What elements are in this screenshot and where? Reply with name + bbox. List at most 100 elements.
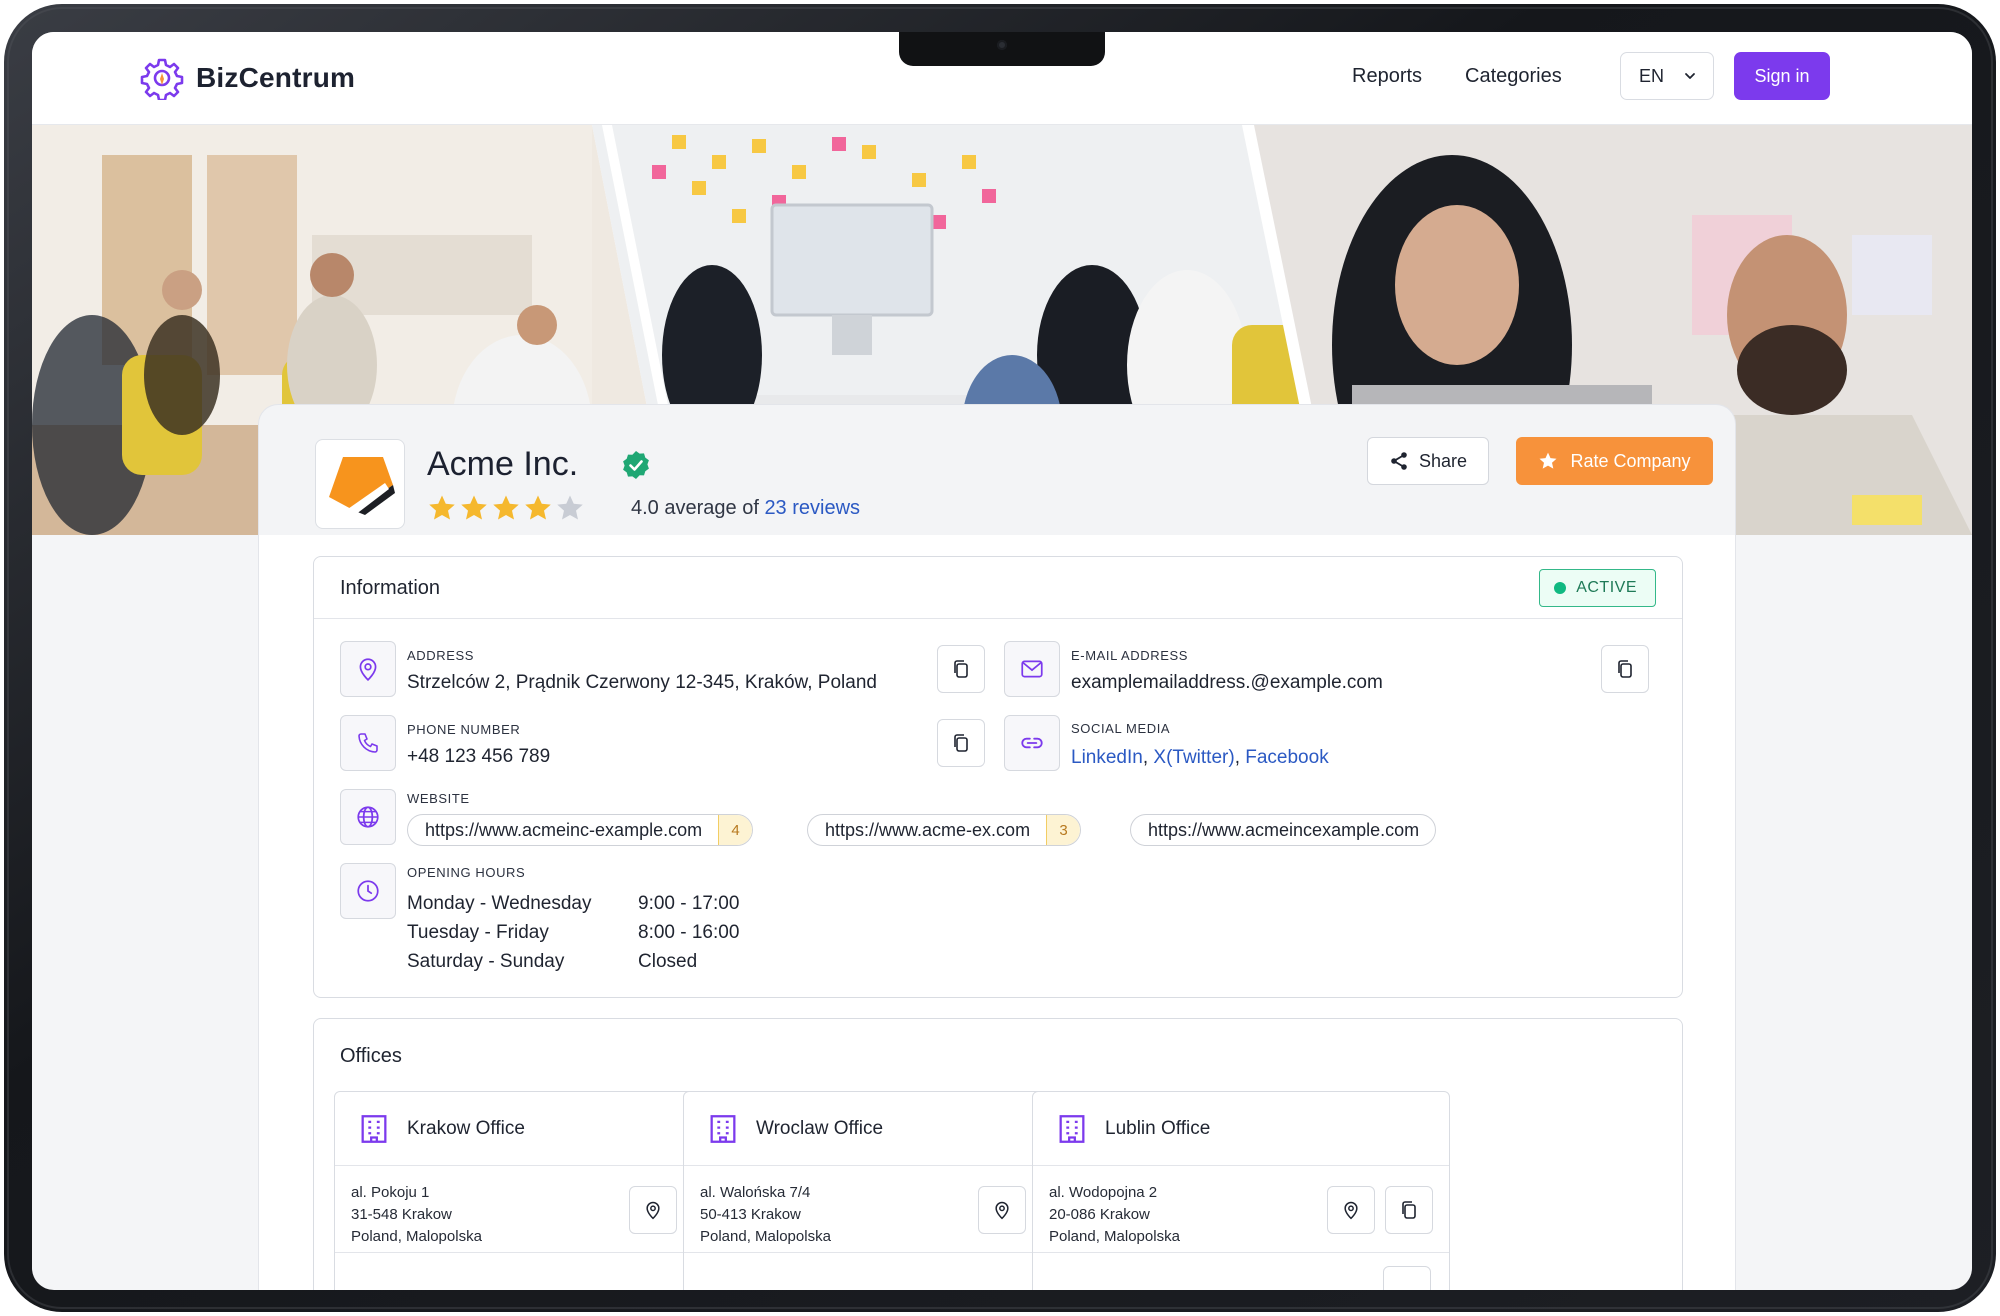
office-address-line: Poland, Malopolska xyxy=(1049,1228,1180,1245)
star-icon xyxy=(557,495,583,520)
office-address-line: 50-413 Krakow xyxy=(700,1206,801,1223)
social-link-facebook[interactable]: Facebook xyxy=(1245,747,1328,768)
offices-title: Offices xyxy=(340,1045,402,1067)
screen: BizCentrum Reports Categories EN Sign in xyxy=(32,32,1972,1290)
website-link[interactable]: https://www.acme-ex.com 3 xyxy=(807,814,1082,846)
website-link[interactable]: https://www.acmeincexample.com xyxy=(1130,814,1437,846)
verified-icon xyxy=(623,451,649,479)
share-icon xyxy=(1391,452,1407,470)
website-url: https://www.acme-ex.com xyxy=(825,819,1031,840)
map-pin-icon xyxy=(1344,1201,1358,1220)
office-address: al. Walońska 7/4 50-413 Krakow Poland, Mal… xyxy=(700,1182,831,1248)
office-address-line: 20-086 Krakow xyxy=(1049,1206,1150,1223)
website-icon-box xyxy=(340,789,396,845)
language-value: EN xyxy=(1639,65,1665,86)
office-name: Lublin Office xyxy=(1105,1118,1211,1139)
office-next-button[interactable] xyxy=(1383,1266,1431,1290)
office-address-line: 31-548 Krakow xyxy=(351,1206,452,1223)
office-map-button[interactable] xyxy=(978,1186,1026,1234)
copy-icon xyxy=(954,660,968,678)
office-map-button[interactable] xyxy=(629,1186,677,1234)
language-select[interactable]: EN xyxy=(1620,52,1714,100)
rate-company-button[interactable]: Rate Company xyxy=(1516,437,1713,485)
website-count-badge: 4 xyxy=(718,815,753,845)
office-map-button[interactable] xyxy=(1327,1186,1375,1234)
office-address-line: al. Wodopojna 2 xyxy=(1049,1184,1158,1201)
office-address: al. Pokoju 1 31-548 Krakow Poland, Malopol… xyxy=(351,1182,482,1248)
link-icon xyxy=(1021,737,1043,749)
copy-email-button[interactable] xyxy=(1601,645,1649,693)
social-label: SOCIAL MEDIA xyxy=(1071,721,1171,736)
sign-in-button[interactable]: Sign in xyxy=(1734,52,1830,100)
office-address-line: al. Walońska 7/4 xyxy=(700,1184,811,1201)
nav-categories-link[interactable]: Categories xyxy=(1465,65,1562,88)
brand-logo[interactable]: BizCentrum xyxy=(140,56,355,100)
building-icon xyxy=(1059,1115,1085,1143)
office-card: Lublin Office al. Wodopojna 2 20-086 Krako… xyxy=(1032,1091,1450,1290)
building-icon xyxy=(361,1115,387,1143)
address-value: Strzelców 2, Prądnik Czerwony 12-345, Kr… xyxy=(407,672,877,693)
star-icon xyxy=(461,495,487,520)
office-name: Krakow Office xyxy=(407,1118,525,1139)
office-copy-button[interactable] xyxy=(1385,1186,1433,1234)
email-value: examplemailaddress.@example.com xyxy=(1071,672,1383,693)
reviews-link[interactable]: 23 reviews xyxy=(764,497,860,519)
social-separator: , xyxy=(1142,747,1154,768)
hours-days: Saturday - Sunday xyxy=(407,951,565,972)
star-icon xyxy=(525,495,551,520)
office-divider xyxy=(1033,1252,1449,1253)
social-link-twitter[interactable]: X(Twitter) xyxy=(1153,747,1234,768)
social-icon-box xyxy=(1004,715,1060,771)
website-label: WEBSITE xyxy=(407,791,470,806)
camera-icon xyxy=(997,40,1007,50)
information-title: Information xyxy=(340,577,441,599)
hours-time: 8:00 - 16:00 xyxy=(638,922,740,943)
email-icon-box xyxy=(1004,641,1060,697)
rating-summary: 4.0 average of 23 reviews xyxy=(631,497,860,520)
company-name: Acme Inc. xyxy=(427,445,579,483)
address-label: ADDRESS xyxy=(407,648,475,663)
status-text: ACTIVE xyxy=(1576,579,1637,596)
opening-hours-table: Monday - Wednesday 9:00 - 17:00 Tuesday -… xyxy=(407,893,739,980)
email-label: E-MAIL ADDRESS xyxy=(1071,648,1189,663)
star-icon xyxy=(493,495,519,520)
chevron-down-icon xyxy=(1685,73,1695,79)
map-pin-icon xyxy=(359,658,377,682)
copy-address-button[interactable] xyxy=(937,645,985,693)
office-address-line: al. Pokoju 1 xyxy=(351,1184,430,1201)
social-link-linkedin[interactable]: LinkedIn xyxy=(1071,747,1143,768)
copy-phone-button[interactable] xyxy=(937,719,985,767)
phone-icon-box xyxy=(340,715,396,771)
office-address-line: Poland, Malopolska xyxy=(351,1228,482,1245)
rate-company-label: Rate Company xyxy=(1570,450,1691,471)
social-links: LinkedIn, X(Twitter), Facebook xyxy=(1071,747,1329,769)
hours-row: Monday - Wednesday 9:00 - 17:00 xyxy=(407,893,739,922)
share-button[interactable]: Share xyxy=(1367,437,1489,485)
status-dot xyxy=(1554,582,1567,594)
star-icon xyxy=(1539,452,1557,469)
social-separator: , xyxy=(1234,747,1246,768)
phone-label: PHONE NUMBER xyxy=(407,722,521,737)
clock-icon xyxy=(357,880,379,902)
gear-logo-icon xyxy=(140,58,184,100)
brand-name: BizCentrum xyxy=(196,62,356,93)
nav-reports-link[interactable]: Reports xyxy=(1352,65,1422,88)
rating-average: 4.0 average of xyxy=(631,497,759,519)
hours-time: Closed xyxy=(638,951,698,972)
offices-panel: Offices Krakow Office al. Pokoju 1 31-548 … xyxy=(313,1018,1683,1290)
hours-days: Monday - Wednesday xyxy=(407,893,592,914)
company-content: Information ACTIVE ADDRESS Strzelców 2, … xyxy=(258,535,1736,1290)
star-icon xyxy=(429,495,455,520)
hours-icon-box xyxy=(340,863,396,919)
hours-row: Saturday - Sunday Closed xyxy=(407,951,739,980)
globe-icon xyxy=(357,806,379,828)
copy-icon xyxy=(1618,660,1632,678)
phone-icon xyxy=(358,733,378,753)
hours-days: Tuesday - Friday xyxy=(407,922,549,943)
website-url: https://www.acmeincexample.com xyxy=(1148,819,1420,840)
website-count-badge: 3 xyxy=(1046,815,1081,845)
status-badge: ACTIVE xyxy=(1539,569,1656,607)
office-address-line: Poland, Malopolska xyxy=(700,1228,831,1245)
information-panel: Information ACTIVE ADDRESS Strzelców 2, … xyxy=(313,556,1683,998)
website-link[interactable]: https://www.acmeinc-example.com 4 xyxy=(407,814,754,846)
